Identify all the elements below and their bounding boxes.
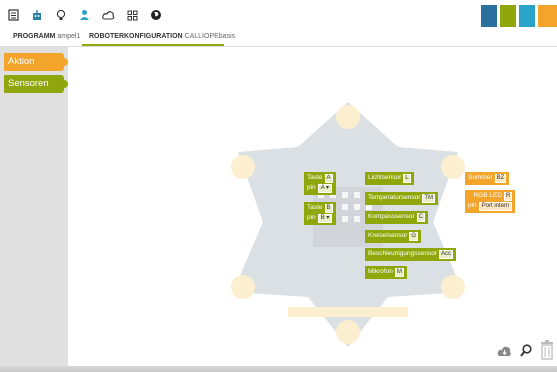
block-kreiselsensor[interactable]: Kreiselsensor G [365, 230, 422, 243]
block-rgb-led-pin-dropdown[interactable]: Port intern [478, 202, 513, 211]
block-kreiselsensor-id: G [409, 232, 419, 241]
block-mikrofon-label: Mikrofon [368, 268, 393, 275]
block-taste-b-label: Taste [307, 204, 323, 211]
block-taste-a[interactable]: Taste A pin A ▾ [304, 172, 336, 195]
tab-robot-config[interactable]: ROBOTERKONFIGURATION CALLIOPEbasis [89, 33, 235, 40]
tab-program[interactable]: PROGRAMM ampel1 [13, 33, 80, 40]
tab-bar: PROGRAMM ampel1 ROBOTERKONFIGURATION CAL… [0, 30, 557, 47]
trash-icon[interactable] [540, 340, 554, 363]
block-summer-id: BZ [494, 174, 507, 183]
user-icon[interactable] [77, 8, 91, 22]
block-beschleunigungssensor-id: Acc [439, 250, 454, 259]
active-tab-indicator [82, 44, 224, 46]
block-rgb-led-id: R [504, 192, 513, 201]
block-beschleunigungssensor[interactable]: Beschleunigungssensor Acc [365, 248, 457, 261]
block-lichtsensor-id: L [403, 174, 411, 183]
block-taste-b-id: B [324, 204, 333, 213]
lightbulb-icon[interactable] [54, 8, 68, 22]
block-taste-b-pin-dropdown[interactable]: B ▾ [317, 214, 333, 223]
block-kompasssensor-label: Kompasssensor [368, 213, 415, 220]
block-mikrofon[interactable]: Mikrofon M [365, 266, 407, 279]
block-taste-b[interactable]: Taste B pin B ▾ [304, 202, 336, 225]
tab-program-label: PROGRAMM [13, 33, 56, 40]
block-taste-a-pin-dropdown[interactable]: A ▾ [317, 184, 333, 193]
tab-config-label: ROBOTERKONFIGURATION [89, 33, 183, 40]
zoom-icon[interactable] [520, 344, 532, 360]
cloud-download-icon[interactable] [497, 345, 512, 360]
block-lichtsensor-label: Lichtsensor [368, 174, 402, 181]
block-taste-a-label: Taste [307, 174, 323, 181]
block-mikrofon-id: M [394, 268, 404, 277]
block-summer[interactable]: Summer BZ [465, 172, 510, 185]
workspace-canvas[interactable]: Taste A pin A ▾ Taste B pin B ▾ Lichtsensor L… [68, 47, 557, 372]
category-aktion[interactable]: Aktion [4, 53, 68, 71]
calliope-board-image [231, 102, 465, 347]
toolbox-sidebar: Aktion Sensoren [0, 47, 68, 372]
top-toolbar [0, 0, 557, 30]
block-temperatursensor[interactable]: Temperatursensor TM [365, 192, 439, 205]
block-kreiselsensor-label: Kreiselsensor [368, 232, 408, 239]
block-taste-b-pin-label: pin [307, 214, 316, 221]
block-rgb-led-pin: pin Port intern [468, 202, 513, 211]
category-sensoren[interactable]: Sensoren [4, 75, 68, 93]
block-taste-b-pin: pin B ▾ [307, 214, 333, 223]
block-summer-label: Summer [468, 174, 493, 181]
grid-icon[interactable] [125, 8, 139, 22]
block-kompasssensor[interactable]: Kompasssensor C [365, 211, 428, 224]
block-lichtsensor[interactable]: Lichtsensor L [365, 172, 414, 185]
block-rgb-led[interactable]: RGB LED R pin Port intern [465, 190, 516, 213]
tab-config-name: CALLIOPEbasis [184, 33, 236, 40]
block-beschleunigungssensor-label: Beschleunigungssensor [368, 250, 438, 257]
block-taste-a-pin-label: pin [307, 184, 316, 191]
block-kompasssensor-id: C [416, 213, 425, 222]
app-window: PROGRAMM ampel1 ROBOTERKONFIGURATION CAL… [0, 0, 557, 372]
globe-icon[interactable] [149, 8, 163, 22]
block-taste-a-id: A [324, 174, 333, 183]
block-rgb-led-pin-label: pin [468, 202, 477, 209]
nepo-logo [481, 5, 557, 27]
block-temperatursensor-label: Temperatursensor [368, 194, 421, 201]
block-taste-a-pin: pin A ▾ [307, 184, 333, 193]
cloud-icon[interactable] [101, 8, 115, 22]
block-temperatursensor-id: TM [422, 194, 436, 203]
robot-icon[interactable] [30, 8, 44, 22]
tab-program-name: ampel1 [57, 33, 81, 40]
block-rgb-led-label: RGB LED [473, 192, 503, 199]
file-icon[interactable] [6, 8, 20, 22]
bottom-edge [0, 366, 557, 372]
